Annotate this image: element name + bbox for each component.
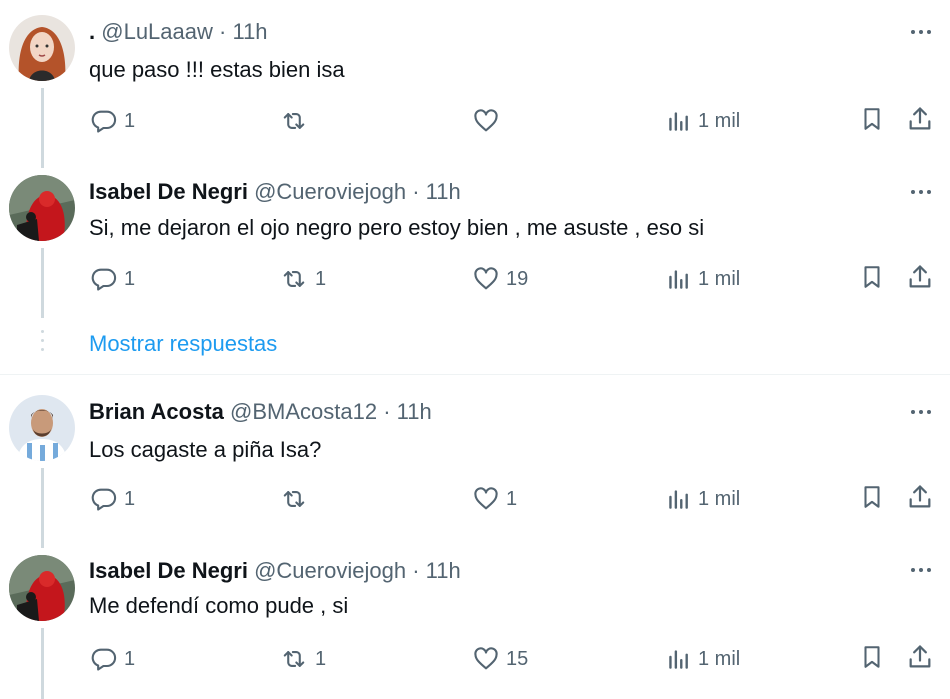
analytics-icon — [666, 646, 692, 672]
tweet-text: que paso !!! estas bien isa — [89, 57, 345, 82]
tweet[interactable]: Isabel De Negri @Cueroviejogh · 11h Me d… — [0, 540, 950, 699]
reply-button[interactable]: 1 — [90, 264, 135, 294]
reply-count: 1 — [124, 647, 136, 670]
tweet[interactable]: . @LuLaaaw · 11h que paso !!! estas bien… — [0, 0, 950, 160]
retweet-icon — [279, 485, 309, 513]
reply-count: 1 — [124, 487, 136, 510]
view-count: 1 mil — [698, 487, 741, 510]
view-count: 1 mil — [698, 267, 741, 290]
share-button[interactable] — [905, 106, 935, 136]
reply-button[interactable]: 1 — [90, 106, 135, 136]
more-options-icon[interactable] — [905, 400, 937, 424]
author-handle[interactable]: @Cueroviejogh — [254, 179, 406, 204]
bookmark-button[interactable] — [857, 264, 887, 294]
bookmark-button[interactable] — [857, 106, 887, 136]
share-button[interactable] — [905, 484, 935, 514]
tweet-text: Si, me dejaron el ojo negro pero estoy b… — [89, 215, 705, 240]
heart-icon — [472, 485, 500, 513]
timestamp[interactable]: 11h — [397, 399, 432, 424]
bookmark-icon — [859, 643, 885, 676]
separator-dot: · — [412, 179, 420, 204]
avatar[interactable] — [9, 175, 75, 241]
reply-icon — [90, 485, 118, 513]
bookmark-icon — [859, 105, 885, 138]
retweet-icon — [279, 107, 309, 135]
tweet[interactable]: Isabel De Negri @Cueroviejogh · 11h Si, … — [0, 160, 950, 320]
like-button[interactable]: 1 — [472, 484, 517, 514]
tweet-text: Los cagaste a piña Isa? — [89, 437, 322, 462]
more-options-icon[interactable] — [905, 20, 937, 44]
bookmark-button[interactable] — [857, 484, 887, 514]
analytics-icon — [666, 266, 692, 292]
timestamp[interactable]: 11h — [426, 179, 461, 204]
bookmark-icon — [859, 483, 885, 516]
reply-icon — [90, 645, 118, 673]
show-replies-link[interactable]: Mostrar respuestas — [89, 330, 277, 358]
share-icon — [906, 105, 934, 138]
separator-dot: · — [383, 399, 391, 424]
author-name[interactable]: . — [89, 19, 95, 44]
reply-icon — [90, 107, 118, 135]
retweet-count: 1 — [315, 267, 327, 290]
retweet-icon — [279, 265, 309, 293]
like-button[interactable] — [472, 106, 506, 136]
reply-button[interactable]: 1 — [90, 644, 135, 674]
retweet-button[interactable] — [279, 106, 315, 136]
author-name[interactable]: Isabel De Negri — [89, 179, 248, 204]
author-name[interactable]: Brian Acosta — [89, 399, 224, 424]
reply-icon — [90, 265, 118, 293]
views-button[interactable]: 1 mil — [666, 106, 740, 136]
thread-dots — [41, 330, 44, 360]
view-count: 1 mil — [698, 109, 741, 132]
views-button[interactable]: 1 mil — [666, 264, 740, 294]
avatar[interactable] — [9, 15, 75, 81]
share-icon — [906, 263, 934, 296]
heart-icon — [472, 107, 500, 135]
like-button[interactable]: 19 — [472, 264, 528, 294]
author-name[interactable]: Isabel De Negri — [89, 558, 248, 583]
timestamp[interactable]: 11h — [232, 19, 267, 44]
reply-button[interactable]: 1 — [90, 484, 135, 514]
separator-dot: · — [412, 558, 420, 583]
author-handle[interactable]: @BMAcosta12 — [230, 399, 377, 424]
like-count: 1 — [506, 487, 518, 510]
more-options-icon[interactable] — [905, 180, 937, 204]
avatar[interactable] — [9, 555, 75, 621]
views-button[interactable]: 1 mil — [666, 644, 740, 674]
bookmark-button[interactable] — [857, 644, 887, 674]
bookmark-icon — [859, 263, 885, 296]
tweet-text: Me defendí como pude , si — [89, 593, 349, 618]
share-icon — [906, 643, 934, 676]
timestamp[interactable]: 11h — [426, 558, 461, 583]
avatar[interactable] — [9, 395, 75, 461]
retweet-icon — [279, 645, 309, 673]
share-button[interactable] — [905, 264, 935, 294]
more-options-icon[interactable] — [905, 558, 937, 582]
like-count: 15 — [506, 647, 529, 670]
heart-icon — [472, 265, 500, 293]
author-handle[interactable]: @Cueroviejogh — [254, 558, 406, 583]
like-count: 19 — [506, 267, 529, 290]
analytics-icon — [666, 108, 692, 134]
share-icon — [906, 483, 934, 516]
heart-icon — [472, 645, 500, 673]
analytics-icon — [666, 486, 692, 512]
reply-count: 1 — [124, 109, 136, 132]
like-button[interactable]: 15 — [472, 644, 528, 674]
share-button[interactable] — [905, 644, 935, 674]
retweet-count: 1 — [315, 647, 327, 670]
retweet-button[interactable]: 1 — [279, 644, 326, 674]
separator-dot: · — [219, 19, 227, 44]
author-handle[interactable]: @LuLaaaw — [101, 19, 213, 44]
views-button[interactable]: 1 mil — [666, 484, 740, 514]
tweet[interactable]: Brian Acosta @BMAcosta12 · 11h Los cagas… — [0, 380, 950, 540]
divider — [0, 374, 950, 375]
view-count: 1 mil — [698, 647, 741, 670]
retweet-button[interactable]: 1 — [279, 264, 326, 294]
reply-count: 1 — [124, 267, 136, 290]
retweet-button[interactable] — [279, 484, 315, 514]
